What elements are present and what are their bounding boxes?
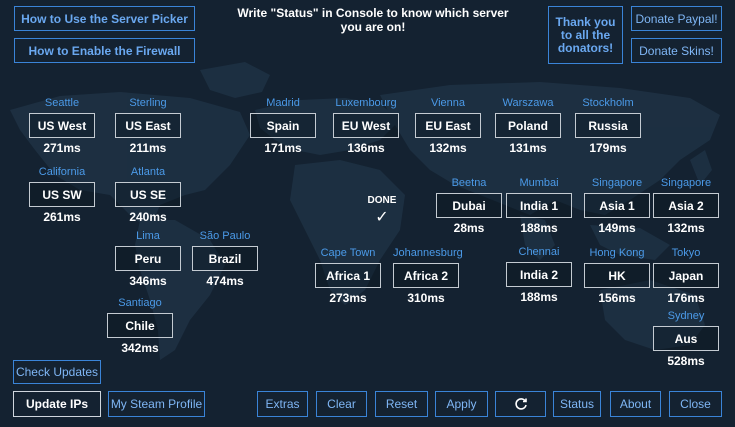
clear-button[interactable]: Clear [316, 391, 367, 417]
server-city-label: Tokyo [671, 247, 701, 259]
server-city-label: Hong Kong [589, 247, 645, 259]
page-title: Write "Status" in Console to know which … [237, 6, 509, 34]
server-ping: 188ms [520, 290, 558, 304]
checkmark-icon: ✓ [375, 209, 389, 226]
steam-profile-button[interactable]: My Steam Profile [108, 391, 205, 417]
server-button[interactable]: Chile [107, 313, 173, 338]
server-city-label: Stockholm [582, 97, 634, 109]
server-ping: 149ms [598, 221, 636, 235]
refresh-icon [514, 398, 527, 410]
server-city-label: Atlanta [130, 166, 166, 178]
server-button[interactable]: Spain [250, 113, 316, 138]
server-city-label: Singapore [591, 177, 643, 189]
server-city-label: Santiago [118, 297, 162, 309]
update-ips-button[interactable]: Update IPs [13, 391, 101, 417]
close-button[interactable]: Close [669, 391, 722, 417]
server-ping: 273ms [329, 291, 367, 305]
apply-button[interactable]: Apply [435, 391, 488, 417]
server-ping: 310ms [407, 291, 445, 305]
server-city-label: São Paulo [199, 230, 251, 242]
thanks-button[interactable]: Thank you to all the donators! [548, 6, 623, 64]
reset-button[interactable]: Reset [375, 391, 428, 417]
about-button[interactable]: About [610, 391, 661, 417]
server-ping: 211ms [129, 141, 167, 155]
server-ping: 342ms [121, 341, 159, 355]
server-button[interactable]: EU West [333, 113, 399, 138]
server-button[interactable]: Africa 1 [315, 263, 381, 288]
server-city-label: Johannesburg [393, 247, 463, 259]
server-button[interactable]: EU East [415, 113, 481, 138]
server-ping: 136ms [347, 141, 385, 155]
status-done-label: DONE [367, 195, 397, 206]
server-button[interactable]: Japan [653, 263, 719, 288]
server-ping: 131ms [509, 141, 547, 155]
server-ping: 188ms [520, 221, 558, 235]
server-button[interactable]: India 2 [506, 262, 572, 287]
server-button[interactable]: India 1 [506, 193, 572, 218]
server-city-label: Sydney [667, 310, 705, 322]
server-city-label: Singapore [660, 177, 712, 189]
server-button[interactable]: Peru [115, 246, 181, 271]
server-ping: 271ms [43, 141, 81, 155]
server-city-label: Beetna [451, 177, 487, 189]
server-city-label: Sterling [129, 97, 167, 109]
server-city-label: California [38, 166, 86, 178]
server-ping: 156ms [598, 291, 636, 305]
server-city-label: Warszawa [502, 97, 554, 109]
server-button[interactable]: US West [29, 113, 95, 138]
server-ping: 132ms [667, 221, 705, 235]
server-ping: 346ms [129, 274, 167, 288]
server-ping: 176ms [667, 291, 705, 305]
server-city-label: Vienna [430, 97, 466, 109]
server-ping: 240ms [129, 210, 167, 224]
server-button[interactable]: Dubai [436, 193, 502, 218]
server-ping: 474ms [206, 274, 244, 288]
donate-skins-button[interactable]: Donate Skins! [631, 38, 722, 63]
server-button[interactable]: Poland [495, 113, 561, 138]
status-button[interactable]: Status [553, 391, 601, 417]
check-updates-button[interactable]: Check Updates [13, 360, 101, 384]
server-ping: 171ms [264, 141, 302, 155]
server-ping: 528ms [667, 354, 705, 368]
server-ping: 132ms [429, 141, 467, 155]
server-button[interactable]: Africa 2 [393, 263, 459, 288]
extras-button[interactable]: Extras [257, 391, 308, 417]
server-city-label: Cape Town [320, 247, 376, 259]
server-ping: 261ms [43, 210, 81, 224]
server-button[interactable]: Russia [575, 113, 641, 138]
server-city-label: Madrid [266, 97, 300, 109]
how-to-firewall-button[interactable]: How to Enable the Firewall [14, 38, 195, 63]
server-city-label: Chennai [518, 246, 560, 258]
server-button[interactable]: US SE [115, 182, 181, 207]
server-button[interactable]: Asia 2 [653, 193, 719, 218]
server-city-label: Luxembourg [335, 97, 397, 109]
server-ping: 179ms [589, 141, 627, 155]
server-button[interactable]: Asia 1 [584, 193, 650, 218]
how-to-use-button[interactable]: How to Use the Server Picker [14, 6, 195, 31]
server-button[interactable]: US SW [29, 182, 95, 207]
server-city-label: Lima [136, 230, 160, 242]
server-button[interactable]: US East [115, 113, 181, 138]
server-button[interactable]: Brazil [192, 246, 258, 271]
donate-paypal-button[interactable]: Donate Paypal! [631, 6, 722, 31]
server-city-label: Mumbai [519, 177, 559, 189]
refresh-button[interactable] [495, 391, 546, 417]
server-button[interactable]: HK [584, 263, 650, 288]
server-ping: 28ms [453, 221, 485, 235]
server-button[interactable]: Aus [653, 326, 719, 351]
server-city-label: Seattle [44, 97, 80, 109]
